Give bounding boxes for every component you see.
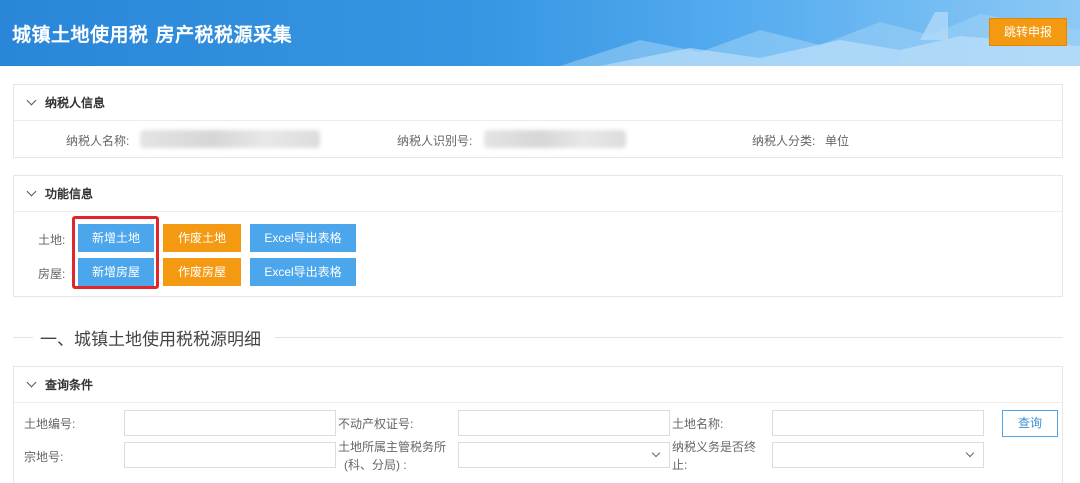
taxpayer-id-value-redacted <box>484 130 626 148</box>
taxpayer-category-label: 纳税人分类: <box>752 134 816 148</box>
tax-office-select[interactable] <box>458 442 670 468</box>
land-name-input[interactable] <box>772 410 984 436</box>
parcel-number-label: 宗地号: <box>24 450 64 464</box>
taxpayer-info-header[interactable]: 纳税人信息 <box>14 85 1062 121</box>
section-title: 一、城镇土地使用税税源明细 <box>40 330 261 350</box>
land-label: 土地: <box>38 233 66 247</box>
export-land-excel-button[interactable]: Excel导出表格 <box>250 224 356 252</box>
taxpayer-info-panel: 纳税人信息 纳税人名称: 纳税人识别号: 纳税人分类: 单位 <box>13 84 1063 158</box>
void-house-button[interactable]: 作废房屋 <box>163 258 241 286</box>
chevron-down-icon <box>26 186 37 197</box>
obligation-ended-label-line1: 纳税义务是否终 <box>672 440 757 454</box>
house-label: 房屋: <box>38 267 66 281</box>
chevron-down-icon <box>26 95 37 106</box>
parcel-number-input[interactable] <box>124 442 336 468</box>
taxpayer-name-value-redacted <box>140 130 320 148</box>
obligation-ended-select[interactable] <box>772 442 984 468</box>
taxpayer-info-row: 纳税人名称: 纳税人识别号: 纳税人分类: 单位 <box>14 121 1062 157</box>
land-number-label: 土地编号: <box>24 417 76 431</box>
chevron-down-icon <box>965 448 975 458</box>
chevron-down-icon <box>26 377 37 388</box>
taxpayer-category-value: 单位 <box>825 134 850 148</box>
function-info-panel: 功能信息 土地: 新增土地 作废土地 Excel导出表格 房屋: 新增房屋 作废… <box>13 175 1063 297</box>
property-cert-input[interactable] <box>458 410 670 436</box>
page-title: 城镇土地使用税 房产税税源采集 <box>12 24 293 46</box>
property-cert-label: 不动产权证号: <box>338 417 414 431</box>
tax-office-label-line2: (科、分局) : <box>344 458 407 472</box>
taxpayer-id-label: 纳税人识别号: <box>397 134 473 148</box>
tax-office-label-line1: 土地所属主管税务所 <box>338 440 447 454</box>
section-divider-right <box>275 337 1063 338</box>
query-button[interactable]: 查询 <box>1002 410 1058 437</box>
query-conditions-title: 查询条件 <box>45 378 94 392</box>
jump-declare-button[interactable]: 跳转申报 <box>989 18 1067 46</box>
land-number-input[interactable] <box>124 410 336 436</box>
function-info-body: 土地: 新增土地 作废土地 Excel导出表格 房屋: 新增房屋 作废房屋 Ex… <box>14 212 1062 298</box>
query-conditions-header[interactable]: 查询条件 <box>14 367 1062 403</box>
land-name-label: 土地名称: <box>672 417 724 431</box>
app-header: 城镇土地使用税 房产税税源采集 跳转申报 <box>0 0 1080 66</box>
section-divider-left <box>13 337 33 338</box>
taxpayer-name-label: 纳税人名称: <box>66 134 130 148</box>
highlight-annotation-box <box>72 216 159 289</box>
function-info-header[interactable]: 功能信息 <box>14 176 1062 212</box>
function-info-title: 功能信息 <box>45 187 94 201</box>
export-house-excel-button[interactable]: Excel导出表格 <box>250 258 356 286</box>
void-land-button[interactable]: 作废土地 <box>163 224 241 252</box>
chevron-down-icon <box>651 448 661 458</box>
taxpayer-info-title: 纳税人信息 <box>45 96 106 110</box>
obligation-ended-label-line2: 止: <box>672 458 688 472</box>
